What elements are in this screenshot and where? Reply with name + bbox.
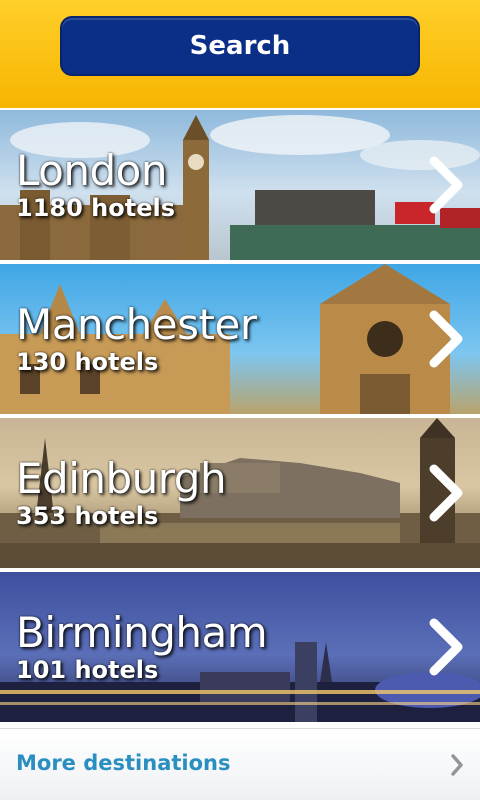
chevron-right-icon: [429, 464, 463, 522]
destination-london[interactable]: London 1180 hotels: [0, 110, 480, 260]
hotel-count: 101 hotels: [16, 656, 159, 684]
city-name: Edinburgh: [16, 454, 227, 503]
chevron-right-icon: [451, 754, 463, 776]
city-name: Manchester: [16, 300, 257, 349]
hotel-count: 353 hotels: [16, 502, 159, 530]
hotel-count: 130 hotels: [16, 348, 159, 376]
chevron-right-icon: [429, 618, 463, 676]
destination-manchester[interactable]: Manchester 130 hotels: [0, 264, 480, 414]
search-button[interactable]: Search: [60, 16, 420, 76]
city-name: Birmingham: [16, 608, 268, 657]
destination-edinburgh[interactable]: Edinburgh 353 hotels: [0, 418, 480, 568]
more-destinations-label: More destinations: [16, 751, 231, 775]
city-name: London: [16, 146, 167, 195]
more-destinations-row[interactable]: More destinations: [0, 728, 480, 800]
hotel-count: 1180 hotels: [16, 194, 175, 222]
chevron-right-icon: [429, 156, 463, 214]
chevron-right-icon: [429, 310, 463, 368]
destination-birmingham[interactable]: Birmingham 101 hotels: [0, 572, 480, 722]
top-bar: Search: [0, 0, 480, 108]
